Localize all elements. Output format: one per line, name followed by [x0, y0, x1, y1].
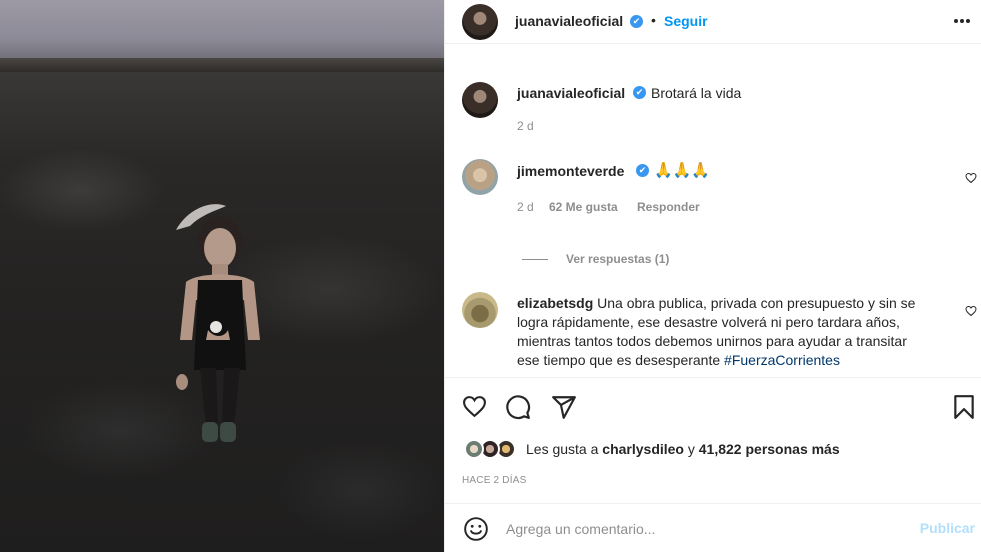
post-header: juanavialeoficial ✔ • Seguir [445, 0, 981, 44]
hashtag-link[interactable]: #FuerzaCorrientes [724, 352, 840, 368]
photo-sky [0, 0, 444, 64]
comment-text-line: Una obra publica, privada con presupuest… [597, 295, 916, 311]
likes-count[interactable]: 41,822 personas más [699, 441, 840, 457]
comment-text: 🙏🙏🙏 [654, 162, 711, 179]
more-options-icon[interactable] [953, 18, 971, 24]
commenter-avatar[interactable] [462, 159, 498, 195]
photo-woman-figure [176, 204, 260, 442]
caption-avatar[interactable] [462, 82, 498, 118]
avatar[interactable] [464, 439, 484, 459]
publish-button[interactable]: Publicar [920, 520, 975, 536]
comment-bar: Publicar [445, 503, 981, 552]
header-separator: • [651, 12, 656, 28]
comment-icon[interactable] [505, 394, 531, 420]
comment-likes[interactable]: 62 Me gusta [549, 200, 618, 214]
post-photo[interactable] [0, 0, 444, 552]
post-details-panel: juanavialeoficial ✔ • Seguir juanavialeo… [445, 0, 981, 552]
comment-username[interactable]: jimemonteverde [517, 163, 624, 179]
comment-username[interactable]: elizabetsdg [517, 295, 593, 311]
caption-time[interactable]: 2 d [517, 119, 534, 133]
heart-icon[interactable] [461, 394, 488, 419]
heart-icon[interactable] [965, 305, 977, 317]
caption-text: Brotará la vida [651, 85, 742, 101]
likes-summary: Les gusta a charlysdileo y 41,822 person… [526, 441, 840, 457]
liker-username[interactable]: charlysdileo [602, 441, 684, 457]
likes-connector: y [687, 441, 695, 457]
reply-button[interactable]: Responder [637, 200, 700, 214]
verified-icon: ✔ [633, 86, 646, 99]
post-time-ago[interactable]: HACE 2 DÍAS [462, 475, 526, 486]
verified-icon: ✔ [630, 15, 643, 28]
caption-username[interactable]: juanavialeoficial [517, 85, 625, 101]
comment-text-line: mientras tantos todos debemos unirnos pa… [517, 333, 907, 349]
post-actions: Les gusta a charlysdileo y 41,822 person… [445, 377, 981, 486]
author-username[interactable]: juanavialeoficial [515, 13, 623, 29]
heart-icon[interactable] [965, 172, 977, 184]
save-icon[interactable] [953, 394, 975, 420]
comment-input[interactable] [506, 504, 896, 552]
view-replies-button[interactable]: Ver respuestas (1) [566, 252, 669, 266]
comment-text-line: logra rápidamente, ese desastre volverá … [517, 314, 900, 330]
commenter-avatar[interactable] [462, 292, 498, 328]
verified-icon: ✔ [636, 164, 649, 177]
replies-line [522, 259, 548, 260]
likes-prefix: Les gusta a [526, 441, 599, 457]
comment-time[interactable]: 2 d [517, 200, 534, 214]
follow-button[interactable]: Seguir [664, 13, 708, 29]
author-avatar[interactable] [462, 4, 498, 40]
emoji-icon[interactable] [463, 516, 489, 542]
comment-text-line: ese tiempo que es desesperante [517, 352, 721, 368]
share-icon[interactable] [551, 394, 577, 420]
comment-body: elizabetsdg Una obra publica, privada co… [517, 294, 957, 370]
